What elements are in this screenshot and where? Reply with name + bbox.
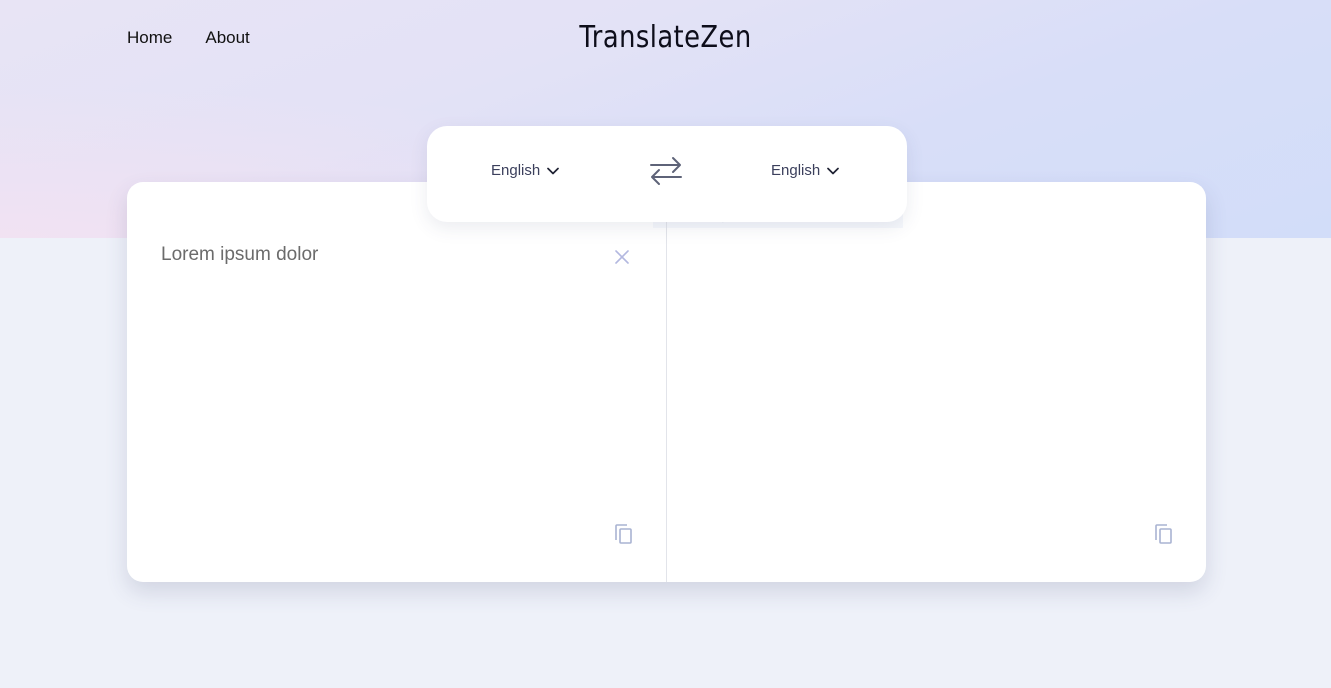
panel-divider: [666, 212, 667, 582]
close-icon: [615, 250, 629, 264]
translation-panel: Lorem ipsum dolor Lorem ipsum dolor: [127, 182, 1206, 582]
chevron-down-icon: [827, 167, 840, 174]
language-bar: English English: [427, 126, 907, 222]
clear-button[interactable]: [613, 248, 631, 266]
source-language-select[interactable]: English: [491, 162, 560, 179]
target-language-label: English: [771, 162, 821, 179]
swap-languages-button[interactable]: [649, 156, 683, 186]
source-language-label: English: [491, 162, 541, 179]
copy-icon: [1155, 524, 1172, 544]
copy-source-button[interactable]: [613, 523, 635, 547]
swap-arrows-icon: [650, 157, 682, 185]
copy-translation-button[interactable]: [1153, 523, 1175, 547]
copy-icon: [615, 524, 632, 544]
chevron-down-icon: [547, 167, 560, 174]
brand-title: TranslateZen: [579, 20, 752, 55]
source-text-input[interactable]: Lorem ipsum dolor: [161, 244, 318, 266]
target-language-select[interactable]: English: [771, 162, 840, 179]
